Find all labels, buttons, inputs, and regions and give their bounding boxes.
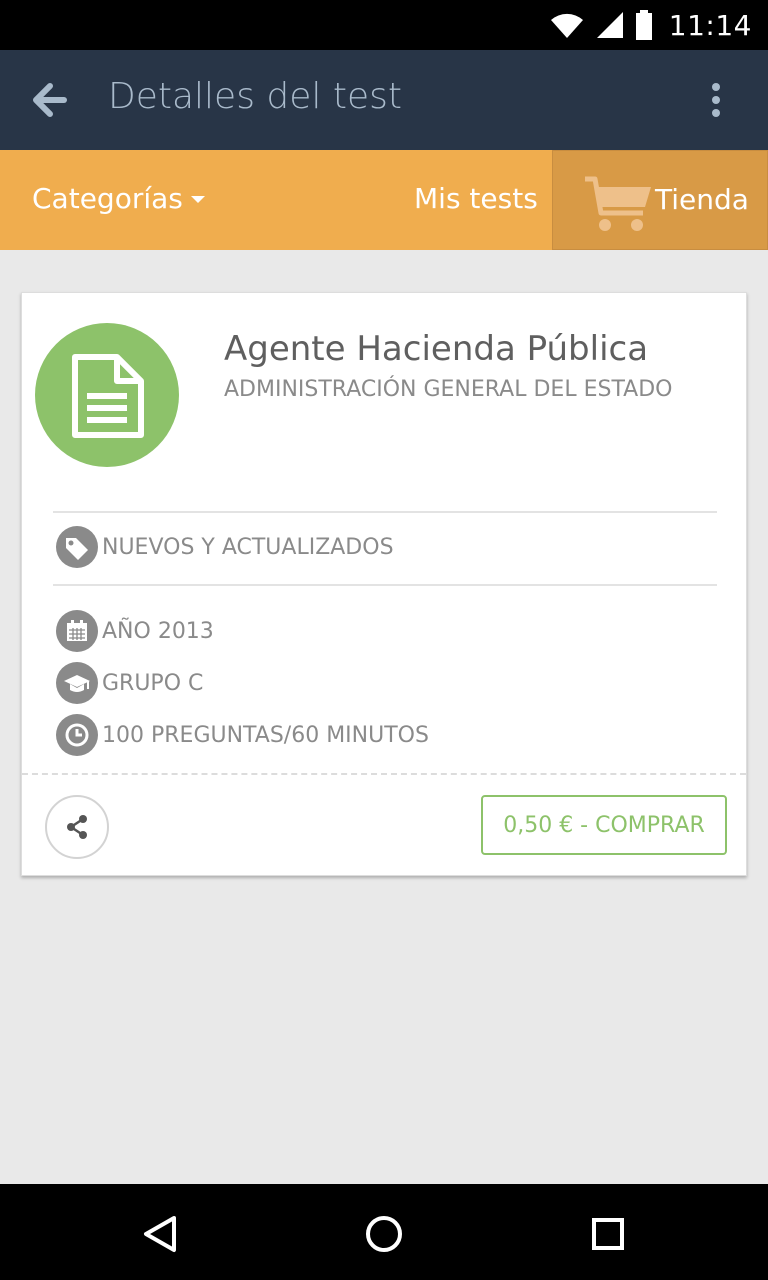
back-arrow-icon[interactable]: [30, 80, 70, 120]
card-header: Agente Hacienda Pública ADMINISTRACIÓN G…: [22, 293, 746, 501]
tag-label: NUEVOS Y ACTUALIZADOS: [102, 534, 394, 560]
document-icon: [72, 354, 144, 438]
status-time: 11:14: [668, 8, 752, 42]
share-button[interactable]: [45, 795, 109, 859]
buy-button[interactable]: 0,50 € - COMPRAR: [481, 795, 727, 855]
detail-row-questions: 100 PREGUNTAS/60 MINUTOS: [56, 714, 429, 756]
battery-icon: [635, 10, 652, 40]
status-bar: 11:14: [0, 0, 768, 50]
navigation-bar: [0, 1184, 768, 1280]
tab-my-tests[interactable]: Mis tests: [414, 182, 538, 215]
tag-icon: [56, 526, 98, 568]
signal-icon: [596, 12, 623, 38]
chevron-down-icon: [190, 196, 205, 203]
tab-categories[interactable]: Categorías: [32, 182, 205, 215]
graduation-cap-icon: [56, 662, 98, 704]
share-icon: [67, 815, 87, 839]
test-organization: ADMINISTRACIÓN GENERAL DEL ESTADO: [224, 377, 673, 402]
divider: [53, 511, 717, 513]
page-title: Detalles del test: [108, 76, 402, 117]
back-triangle-icon[interactable]: [140, 1214, 180, 1254]
overflow-menu-icon[interactable]: [708, 82, 724, 118]
tab-categories-label: Categorías: [32, 182, 183, 215]
recents-square-icon[interactable]: [588, 1214, 628, 1254]
detail-year: AÑO 2013: [102, 618, 214, 644]
detail-questions: 100 PREGUNTAS/60 MINUTOS: [102, 722, 429, 748]
detail-row-year: AÑO 2013: [56, 610, 214, 652]
calendar-icon: [56, 610, 98, 652]
test-card: Agente Hacienda Pública ADMINISTRACIÓN G…: [21, 292, 747, 876]
divider: [53, 584, 717, 586]
wifi-icon: [550, 13, 583, 38]
dashed-divider: [22, 773, 746, 775]
cart-icon: [585, 176, 651, 231]
test-title: Agente Hacienda Pública: [224, 329, 649, 369]
status-icons: 11:14: [549, 8, 752, 42]
detail-row-group: GRUPO C: [56, 662, 204, 704]
home-circle-icon[interactable]: [364, 1214, 404, 1254]
tab-bar: Categorías Mis tests Tienda: [0, 150, 768, 250]
clock-icon: [56, 714, 98, 756]
app-bar: Detalles del test: [0, 50, 768, 150]
tab-store-label: Tienda: [655, 183, 749, 216]
tab-store[interactable]: Tienda: [552, 150, 768, 250]
tag-row: NUEVOS Y ACTUALIZADOS: [56, 526, 394, 568]
detail-group: GRUPO C: [102, 670, 204, 696]
test-avatar: [35, 323, 179, 467]
